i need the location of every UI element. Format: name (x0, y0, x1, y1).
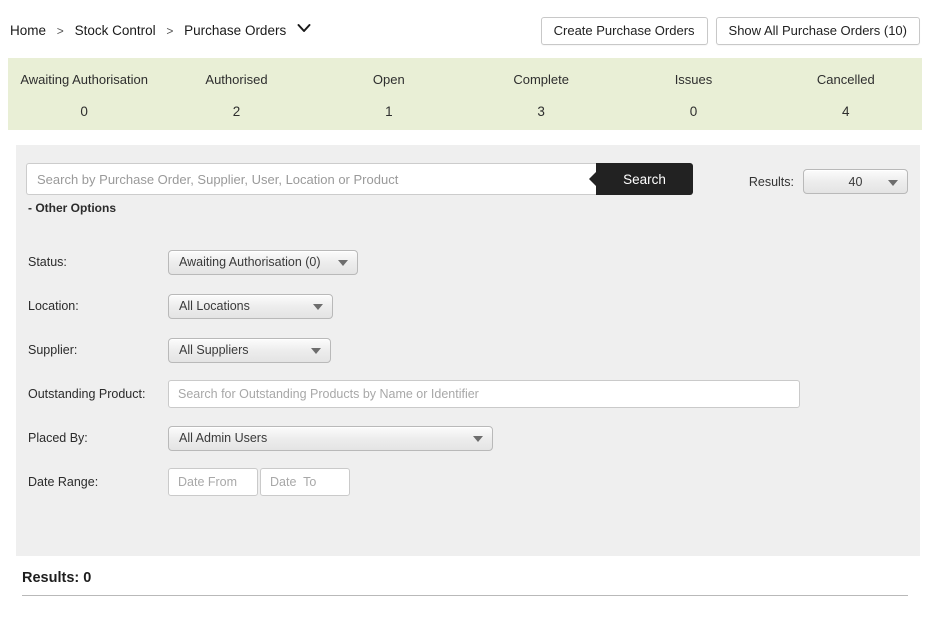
supplier-filter-select[interactable]: All Suppliers (168, 337, 331, 363)
status-count: 2 (232, 104, 241, 120)
filter-row-supplier: Supplier: All Suppliers (16, 328, 920, 372)
date-range-label: Date Range: (28, 475, 99, 489)
filter-row-date-range: Date Range: (16, 460, 920, 504)
status-column-authorised[interactable]: Authorised 2 (160, 58, 312, 130)
supplier-filter-label: Supplier: (28, 343, 78, 357)
status-filter-value: Awaiting Authorisation (0) (179, 255, 321, 269)
outstanding-product-label: Outstanding Product: (28, 387, 146, 401)
search-button-label: Search (623, 171, 666, 187)
location-filter-select[interactable]: All Locations (168, 293, 333, 319)
chevron-down-icon[interactable] (297, 23, 311, 33)
status-column-awaiting-authorisation[interactable]: Awaiting Authorisation 0 (8, 58, 160, 130)
results-per-page-group: Results: 40 (749, 169, 908, 194)
status-label: Complete (513, 72, 569, 88)
status-label: Awaiting Authorisation (20, 72, 148, 88)
status-count: 1 (385, 104, 393, 120)
results-count-heading: Results: 0 (22, 560, 908, 596)
filter-form: Status: Awaiting Authorisation (0) Locat… (16, 240, 920, 504)
status-count: 0 (80, 104, 88, 120)
location-filter-label: Location: (28, 299, 79, 313)
search-button[interactable]: Search (596, 163, 693, 195)
chevron-down-icon (313, 304, 323, 310)
breadcrumb-separator: > (166, 24, 174, 38)
outstanding-product-input[interactable] (168, 380, 800, 408)
search-wrapper: Search (26, 163, 693, 195)
status-label: Authorised (205, 72, 268, 88)
breadcrumb-item-purchase-orders[interactable]: Purchase Orders (184, 23, 286, 38)
status-count: 0 (689, 104, 698, 120)
breadcrumb: Home > Stock Control > Purchase Orders (10, 23, 311, 38)
results-per-page-select[interactable]: 40 (803, 169, 908, 194)
date-from-input[interactable] (168, 468, 258, 496)
filter-panel: Search Results: 40 - Other Options Statu… (16, 145, 920, 556)
date-to-input[interactable] (260, 468, 350, 496)
show-all-purchase-orders-button[interactable]: Show All Purchase Orders (10) (715, 17, 920, 45)
placed-by-select[interactable]: All Admin Users (168, 425, 493, 451)
status-count: 3 (537, 104, 545, 120)
status-column-open[interactable]: Open 1 (313, 58, 465, 130)
breadcrumb-item-home[interactable]: Home (10, 23, 46, 38)
status-label: Open (372, 72, 405, 88)
status-count: 4 (842, 104, 850, 120)
search-input[interactable] (26, 163, 596, 195)
results-per-page-label: Results: (748, 174, 794, 189)
status-label: Issues (674, 72, 713, 88)
create-purchase-orders-button[interactable]: Create Purchase Orders (540, 17, 708, 45)
status-column-cancelled[interactable]: Cancelled 4 (770, 58, 922, 130)
breadcrumb-item-stock-control[interactable]: Stock Control (75, 23, 156, 38)
supplier-filter-value: All Suppliers (179, 343, 249, 357)
status-summary-bar: Awaiting Authorisation 0 Authorised 2 Op… (8, 58, 922, 130)
filter-row-location: Location: All Locations (16, 284, 920, 328)
filter-row-outstanding-product: Outstanding Product: (16, 372, 920, 416)
chevron-down-icon (888, 179, 898, 186)
status-column-complete[interactable]: Complete 3 (465, 58, 617, 130)
top-bar: Home > Stock Control > Purchase Orders C… (0, 0, 930, 58)
chevron-down-icon (338, 260, 348, 266)
results-per-page-value: 40 (848, 174, 863, 189)
status-filter-label: Status: (28, 255, 67, 269)
status-column-issues[interactable]: Issues 0 (617, 58, 769, 130)
other-options-toggle[interactable]: - Other Options (28, 201, 116, 215)
results-footer: Results: 0 (0, 560, 930, 596)
search-row: Search (26, 163, 693, 195)
chevron-down-icon (473, 436, 483, 442)
status-label: Cancelled (816, 72, 875, 88)
placed-by-label: Placed By: (28, 431, 88, 445)
chevron-down-icon (311, 348, 321, 354)
breadcrumb-separator: > (56, 24, 64, 38)
filter-row-placed-by: Placed By: All Admin Users (16, 416, 920, 460)
header-actions: Create Purchase Orders Show All Purchase… (540, 17, 920, 45)
status-filter-select[interactable]: Awaiting Authorisation (0) (168, 249, 358, 275)
placed-by-value: All Admin Users (179, 431, 268, 445)
filter-row-status: Status: Awaiting Authorisation (0) (16, 240, 920, 284)
location-filter-value: All Locations (179, 299, 250, 313)
